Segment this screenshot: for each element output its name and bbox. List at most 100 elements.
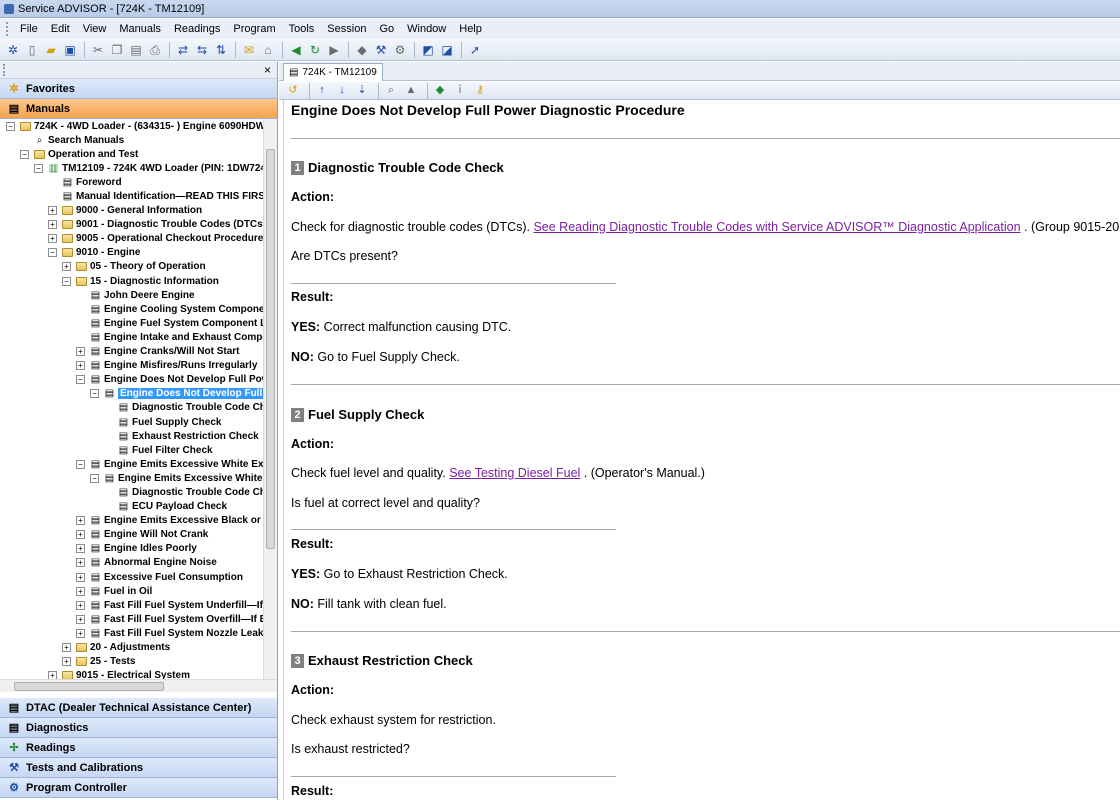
new-menu-icon[interactable]: ✲ (4, 41, 22, 59)
tree-horizontal-scrollbar[interactable] (0, 679, 277, 692)
tree-item[interactable]: +9005 - Operational Checkout Procedure (0, 232, 277, 246)
transfer-icon[interactable]: ⇅ (212, 41, 230, 59)
tree-item[interactable]: − ▥ TM12109 - 724K 4WD Loader (PIN: 1DW724… (0, 161, 277, 175)
home-icon[interactable]: ⌂ (259, 41, 277, 59)
tree-item[interactable]: ▤ Fuel Filter Check (0, 443, 277, 457)
expand-icon[interactable]: + (48, 220, 57, 230)
menu-file[interactable]: File (20, 23, 38, 35)
tree-item[interactable]: − ▤ Engine Does Not Develop Full Powe (0, 373, 277, 387)
key-icon[interactable]: ⚷ (472, 83, 488, 99)
expand-icon[interactable]: + (62, 643, 71, 653)
tree-item[interactable]: +05 - Theory of Operation (0, 260, 277, 274)
close-panel-icon[interactable]: × (264, 63, 271, 77)
menu-session[interactable]: Session (327, 23, 366, 35)
paste-icon[interactable]: ▤ (127, 41, 145, 59)
tree-item[interactable]: + ▤ Engine Will Not Crank (0, 528, 277, 542)
tree-item[interactable]: ⌕ Search Manuals (0, 133, 277, 147)
tab-724k-tm12109[interactable]: ▤ 724K - TM12109 (283, 63, 383, 81)
tree-item[interactable]: ▤ Engine Cooling System Component (0, 302, 277, 316)
expand-icon[interactable]: + (62, 657, 71, 667)
tree-item[interactable]: +9015 - Electrical System (0, 669, 277, 679)
window-icon[interactable]: ◩ (419, 41, 437, 59)
menu-help[interactable]: Help (459, 23, 482, 35)
scrollbar-thumb[interactable] (14, 682, 164, 691)
tree-item[interactable]: + ▤ Fuel in Oil (0, 584, 277, 598)
menu-view[interactable]: View (83, 23, 107, 35)
menu-manuals[interactable]: Manuals (119, 23, 161, 35)
tree-item[interactable]: − ▤ Engine Does Not Develop Full P (0, 387, 277, 401)
expand-icon[interactable]: + (48, 206, 57, 216)
nav-favorites[interactable]: ✲ Favorites (0, 79, 277, 99)
expand-icon[interactable]: + (76, 628, 85, 638)
expand-icon[interactable]: + (76, 544, 85, 554)
tree-item[interactable]: + ▤ Fast Fill Fuel System Underfill—If E (0, 598, 277, 612)
restore-icon[interactable]: ◪ (438, 41, 456, 59)
tree-item[interactable]: ▤ Engine Intake and Exhaust Compon (0, 330, 277, 344)
menu-window[interactable]: Window (407, 23, 446, 35)
expand-icon[interactable]: + (76, 516, 85, 526)
expand-icon[interactable]: + (76, 586, 85, 596)
connect-icon[interactable]: ⇄ (174, 41, 192, 59)
tree-item[interactable]: + ▤ Engine Idles Poorly (0, 542, 277, 556)
expand-icon[interactable]: + (48, 234, 57, 244)
scrollbar-thumb[interactable] (266, 149, 275, 549)
settings-icon[interactable]: ⚙ (391, 41, 409, 59)
copy-icon[interactable]: ❐ (108, 41, 126, 59)
tree-item[interactable]: + ▤ Excessive Fuel Consumption (0, 570, 277, 584)
tree-item[interactable]: ▤ Engine Fuel System Component Loc (0, 316, 277, 330)
tree-item[interactable]: + ▤ Abnormal Engine Noise (0, 556, 277, 570)
tree-item[interactable]: + ▤ Engine Emits Excessive Black or Gra (0, 514, 277, 528)
tree-item[interactable]: + ▤ Fast Fill Fuel System Nozzle Leaks a (0, 626, 277, 640)
tree-item[interactable]: − Operation and Test (0, 147, 277, 161)
forward-icon[interactable]: ▶ (325, 41, 343, 59)
menu-program[interactable]: Program (233, 23, 275, 35)
nav-tests-calibrations[interactable]: ⚒ Tests and Calibrations (0, 758, 277, 778)
new-document-icon[interactable]: ▯ (23, 41, 41, 59)
expand-icon[interactable]: + (48, 671, 57, 679)
collapse-icon[interactable]: − (48, 248, 57, 258)
tools-icon[interactable]: ⚒ (372, 41, 390, 59)
refresh-icon[interactable]: ↻ (306, 41, 324, 59)
add-favorite-icon[interactable]: ◆ (432, 83, 448, 99)
link-reading-dtcs[interactable]: See Reading Diagnostic Trouble Codes wit… (533, 220, 1020, 234)
expand-icon[interactable]: + (76, 600, 85, 610)
tree-item[interactable]: +20 - Adjustments (0, 640, 277, 654)
nav-manuals[interactable]: ▤ Manuals (0, 99, 277, 119)
tree-item[interactable]: ▤ ECU Payload Check (0, 500, 277, 514)
down-arrow-icon[interactable]: ↓ (334, 83, 350, 99)
up-arrow-icon[interactable]: ↑ (314, 83, 330, 99)
save-icon[interactable]: ▣ (61, 41, 79, 59)
expand-icon[interactable]: + (76, 361, 85, 371)
expand-icon[interactable]: + (76, 614, 85, 624)
tree-item[interactable]: + ▤ Engine Cranks/Will Not Start (0, 345, 277, 359)
collapse-icon[interactable]: − (90, 389, 99, 399)
collapse-icon[interactable]: − (62, 276, 71, 286)
jump-icon[interactable]: ⇣ (354, 83, 370, 99)
tree-item[interactable]: − ▤ Engine Emits Excessive White Exha (0, 457, 277, 471)
nav-readings[interactable]: ✢ Readings (0, 738, 277, 758)
info-icon[interactable]: ⅰ (452, 83, 468, 99)
find-icon[interactable]: ⌕ (383, 83, 399, 99)
menu-readings[interactable]: Readings (174, 23, 220, 35)
tree-item[interactable]: + ▤ Fast Fill Fuel System Overfill—If Eq (0, 612, 277, 626)
tree-item[interactable]: − 9010 - Engine (0, 246, 277, 260)
tree-item[interactable]: ▤ Diagnostic Trouble Code Che (0, 485, 277, 499)
disconnect-icon[interactable]: ⇆ (193, 41, 211, 59)
help-pointer-icon[interactable]: ➚ (466, 41, 484, 59)
tree-item[interactable]: + ▤ Engine Misfires/Runs Irregularly (0, 359, 277, 373)
nav-dtac[interactable]: ▤ DTAC (Dealer Technical Assistance Cent… (0, 698, 277, 718)
link-testing-diesel-fuel[interactable]: See Testing Diesel Fuel (449, 466, 580, 480)
tree-item[interactable]: +25 - Tests (0, 655, 277, 669)
tree-item[interactable]: ▤ Fuel Supply Check (0, 415, 277, 429)
collapse-icon[interactable]: − (90, 473, 99, 483)
tree-item[interactable]: ▤ Manual Identification—READ THIS FIRST! (0, 189, 277, 203)
tree-item[interactable]: − 15 - Diagnostic Information (0, 274, 277, 288)
cut-icon[interactable]: ✂ (89, 41, 107, 59)
tree-item[interactable]: − ▤ Engine Emits Excessive White E (0, 471, 277, 485)
nav-diagnostics[interactable]: ▤ Diagnostics (0, 718, 277, 738)
expand-icon[interactable]: + (62, 262, 71, 272)
expand-icon[interactable]: + (76, 530, 85, 540)
nav-program-controller[interactable]: ⚙ Program Controller (0, 778, 277, 798)
print-icon[interactable]: ⎙ (146, 41, 164, 59)
back-icon[interactable]: ◀ (287, 41, 305, 59)
